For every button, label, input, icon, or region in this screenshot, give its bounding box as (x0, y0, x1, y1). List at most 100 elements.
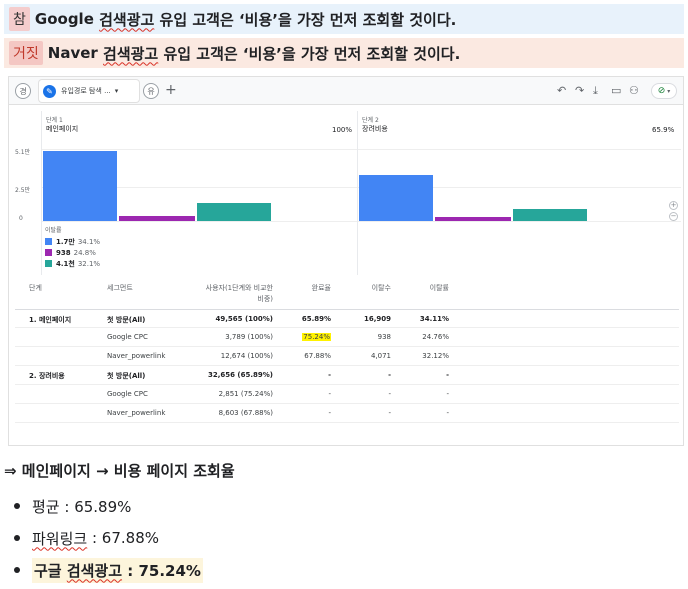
true-statement-keyword: 검색광고 (99, 10, 155, 29)
share-user-icon[interactable]: ⚇ (629, 84, 639, 98)
true-tag: 참 (9, 7, 30, 31)
status-check-icon: ⊘ (657, 86, 666, 96)
undo-icon[interactable]: ↶ (557, 84, 566, 98)
highlight-mark: 75.24% (302, 333, 331, 341)
cell-abandon-count: - (388, 371, 391, 379)
cell-segment: 첫 방문(All) (107, 372, 146, 380)
funnel-bar[interactable] (513, 208, 587, 221)
legend-swatch-teal (45, 260, 52, 267)
table-row: 2. 장려비용 첫 방문(All) 32,656 (65.89%) - - - (15, 366, 679, 385)
bullet-powerlink-text: : 67.88% (87, 529, 159, 547)
bullet-google-highlight: 구글 검색광고 : 75.24% (32, 557, 203, 583)
cell-abandon-rate: 24.76% (422, 333, 449, 341)
true-statement-prefix: Google (34, 10, 100, 28)
legend-swatch-purple (45, 249, 52, 256)
cell-users: 2,851 (75.24%) (218, 390, 273, 398)
true-statement-suffix: 유입 고객은 ‘비용’을 가장 먼저 조회할 것이다. (154, 10, 457, 29)
cell-abandon-count: 16,909 (363, 315, 391, 323)
legend-value-3: 4.1천 (56, 259, 75, 268)
false-statement-prefix: Naver (47, 44, 104, 62)
funnel-exploration-card: 경 ✎ 유입경로 탐색 ... ▾ 유 + ↶ ↷ ⤓ ▭ ⚇ ⊘ ▾ 5.1만… (8, 76, 684, 446)
false-tag: 거짓 (9, 41, 43, 65)
cell-completion-rate: 65.89% (301, 315, 331, 323)
header-step: 단계 (29, 284, 42, 292)
legend-pct-2: 24.8% (73, 248, 96, 257)
legend-value-2: 938 (56, 248, 71, 257)
tab-funnel-exploration[interactable]: ✎ 유입경로 탐색 ... ▾ (39, 80, 139, 102)
cell-abandon-count: 4,071 (370, 352, 391, 360)
bullet-average-text: 평균 : 65.89% (32, 497, 132, 516)
legend-swatch-blue (45, 238, 52, 245)
step-1-head: 단계 1 (46, 117, 63, 124)
cell-completion-rate: - (328, 390, 331, 398)
table-row: Google CPC 2,851 (75.24%) - - - (15, 385, 679, 404)
cell-abandon-rate: 32.12% (422, 352, 449, 360)
cell-segment: Google CPC (107, 390, 148, 398)
funnel-bar[interactable] (435, 216, 511, 221)
funnel-bar[interactable] (119, 215, 195, 221)
legend-row-2: 938 24.8% (45, 247, 100, 258)
header-users-line2: 비중) (257, 295, 273, 303)
add-tab-button[interactable]: + (165, 82, 177, 98)
bullet-dot (14, 535, 20, 541)
cell-abandon-rate: 34.11% (419, 315, 449, 323)
legend-pct-3: 32.1% (77, 259, 101, 268)
false-statement-row: 거짓 Naver 검색광고 유입 고객은 ‘비용’을 가장 먼저 조회할 것이다… (4, 38, 684, 68)
cell-completion-rate: 75.24% (283, 333, 331, 341)
pencil-icon: ✎ (43, 84, 56, 98)
bullet-dot (14, 567, 20, 573)
chevron-down-icon[interactable]: ▾ (115, 87, 119, 95)
table-row: Naver_powerlink 12,674 (100%) 67.88% 4,071 3… (15, 347, 679, 366)
cell-segment: Naver_powerlink (107, 409, 166, 417)
legend-pct-1: 34.1% (77, 237, 101, 246)
legend-value-1: 1.7만 (56, 237, 75, 246)
legend-row-3: 4.1천 32.1% (45, 258, 100, 269)
y-tick-zero: 0 (19, 215, 23, 222)
cell-users: 3,789 (100%) (225, 333, 273, 341)
status-chevron-icon: ▾ (667, 87, 671, 95)
table-row: Naver_powerlink 8,603 (67.88%) - - - (15, 404, 679, 423)
y-tick-max: 5.1만 (15, 149, 31, 156)
step-1-name: 메인페이지 (46, 125, 79, 133)
bullet-google-prefix: 구글 (34, 561, 67, 580)
status-check-button[interactable]: ⊘ ▾ (651, 83, 677, 99)
header-abandon-rate[interactable]: 이탈률 (401, 283, 449, 293)
bullet-google-text: : 75.24% (122, 561, 201, 580)
false-statement-suffix: 유입 고객은 ‘비용’을 가장 먼저 조회할 것이다. (158, 44, 461, 63)
zoom-out-icon[interactable]: − (669, 212, 678, 221)
cell-abandon-count: 938 (377, 333, 391, 341)
download-icon[interactable]: ⤓ (593, 84, 598, 98)
step-2-head: 단계 2 (362, 117, 379, 124)
cell-completion-rate: - (328, 371, 331, 379)
header-completion-rate[interactable]: 완료율 (283, 283, 331, 293)
bullet-dot (14, 503, 20, 509)
cell-step: 1. 메인페이지 (29, 316, 72, 324)
cell-segment: Google CPC (107, 333, 148, 341)
funnel-bar[interactable] (359, 174, 433, 221)
funnel-bar[interactable] (43, 151, 117, 221)
bullet-average: 평균 : 65.89% (14, 490, 203, 522)
y-tick-mid: 2.5만 (15, 187, 31, 194)
left-avatar-badge[interactable]: 경 (15, 83, 31, 99)
legend-title: 이탈률 (45, 227, 62, 234)
exploration-toolbar: 경 ✎ 유입경로 탐색 ... ▾ 유 + ↶ ↷ ⤓ ▭ ⚇ ⊘ ▾ (9, 77, 683, 105)
bullet-google-keyword: 검색광고 (66, 561, 123, 580)
cell-segment: 첫 방문(All) (107, 316, 146, 324)
table-row: Google CPC 3,789 (100%) 75.24% 938 24.76% (15, 328, 679, 347)
header-users[interactable]: 사용자(1단계와 비교한 (189, 283, 273, 293)
header-abandon-count[interactable]: 이탈수 (343, 283, 391, 293)
cell-abandon-count: - (388, 390, 391, 398)
cell-abandon-rate: - (446, 409, 449, 417)
bullet-powerlink: 파워링크 : 67.88% (14, 522, 203, 554)
zoom-in-icon[interactable]: + (669, 201, 678, 210)
step-2-name: 장려비용 (362, 125, 388, 133)
summary-title: ⇒ 메인페이지 → 비용 페이지 조회율 (4, 462, 235, 480)
user-avatar-badge[interactable]: 유 (143, 83, 159, 99)
bullet-powerlink-keyword: 파워링크 (32, 529, 88, 548)
cell-users: 32,656 (65.89%) (207, 371, 273, 379)
funnel-bar[interactable] (197, 203, 271, 221)
cell-abandon-count: - (388, 409, 391, 417)
folder-icon[interactable]: ▭ (611, 84, 621, 98)
summary-bullets: 평균 : 65.89% 파워링크 : 67.88% 구글 검색광고 : 75.2… (14, 490, 203, 586)
redo-icon[interactable]: ↷ (575, 84, 584, 98)
